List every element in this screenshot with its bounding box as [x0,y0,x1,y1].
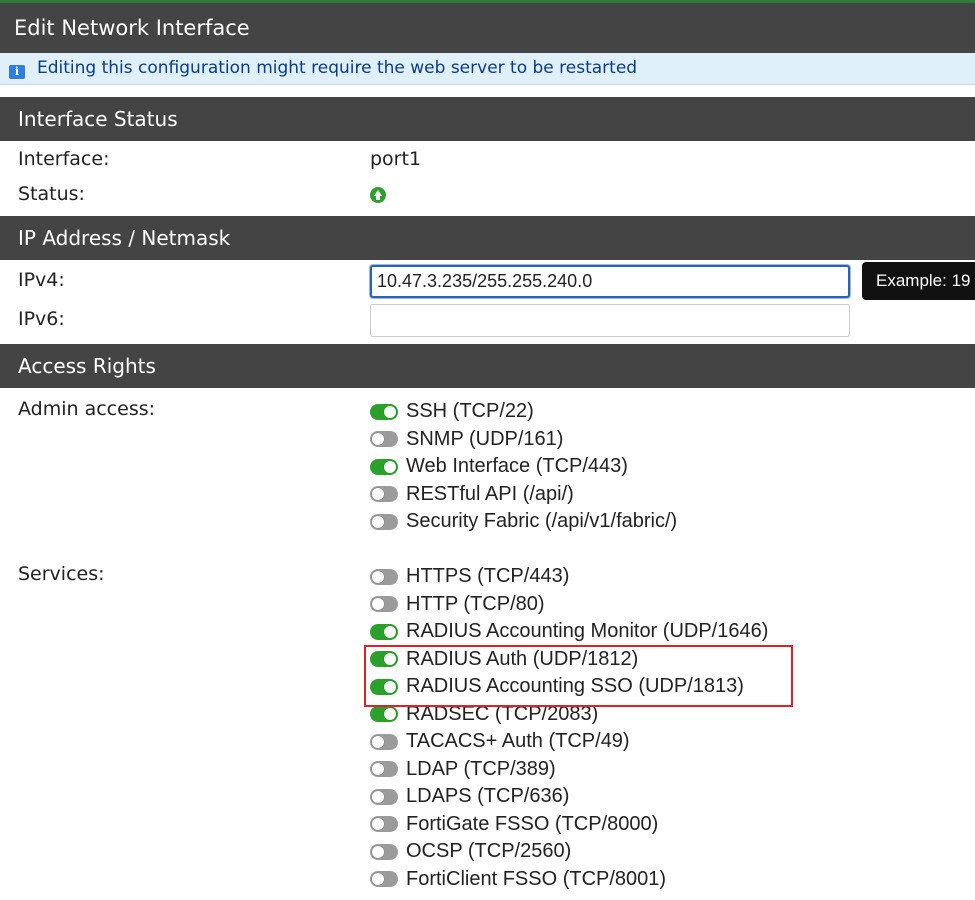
toggle-switch-off[interactable] [370,816,398,832]
toggle-row[interactable]: RADIUS Auth (UDP/1812) [370,646,638,673]
status-label: Status: [18,183,85,205]
toggle-switch-on[interactable] [370,458,398,475]
ipv4-example-tooltip: Example: 19 [862,262,975,300]
toggle-knob [372,790,384,803]
toggle-label: TACACS+ Auth (TCP/49) [406,730,630,752]
ipv6-input[interactable] [370,304,850,337]
services-label: Services: [18,563,105,585]
toggle-label: Web Interface (TCP/443) [406,455,628,478]
toggle-switch-off[interactable] [370,596,398,612]
toggle-knob [384,680,396,693]
toggle-label: SSH (TCP/22) [406,400,534,422]
toggle-row[interactable]: RADSEC (TCP/2083) [370,701,598,728]
toggle-knob [384,460,396,473]
toggle-row[interactable]: RADIUS Accounting SSO (UDP/1813) [370,673,744,700]
toggle-row[interactable]: HTTPS (TCP/443) [370,563,569,590]
toggle-switch-off[interactable] [370,788,398,805]
toggle-row[interactable]: SNMP (UDP/161) [370,426,563,453]
status-up-icon [370,187,386,203]
toggle-switch-on[interactable] [370,706,398,722]
ipv4-input[interactable] [370,265,850,298]
toggle-row[interactable]: TACACS+ Auth (TCP/49) [370,728,630,755]
ipv6-label: IPv6: [18,308,65,330]
toggle-knob [372,845,384,858]
toggle-knob [372,818,384,830]
toggle-switch-off[interactable] [370,871,398,887]
toggle-knob [372,433,384,446]
toggle-knob [372,598,384,610]
toggle-label: OCSP (TCP/2560) [406,840,572,862]
toggle-row[interactable]: HTTP (TCP/80) [370,591,545,618]
toggle-knob [372,735,384,748]
toggle-knob [384,405,396,418]
ip-netmask-header: IP Address / Netmask [0,216,975,260]
toggle-switch-off[interactable] [370,761,398,777]
toggle-knob [372,873,384,885]
toggle-label: RESTful API (/api/) [406,482,574,505]
toggle-knob [384,708,396,720]
toggle-label: Security Fabric (/api/v1/fabric/) [406,510,678,533]
toggle-switch-on[interactable] [370,651,398,667]
restart-notice: i Editing this configuration might requi… [0,53,975,85]
toggle-label: RADSEC (TCP/2083) [406,702,599,725]
toggle-row[interactable]: OCSP (TCP/2560) [370,838,571,865]
toggle-label: LDAP (TCP/389) [406,757,556,780]
toggle-row[interactable]: LDAP (TCP/389) [370,756,556,783]
interface-label: Interface: [18,148,110,170]
toggle-switch-off[interactable] [370,513,398,530]
toggle-knob [384,625,396,638]
toggle-knob [372,515,384,528]
access-rights-header: Access Rights [0,344,975,388]
toggle-switch-off[interactable] [370,733,398,750]
toggle-switch-on[interactable] [370,623,398,640]
ipv4-label: IPv4: [18,269,65,291]
toggle-label: SNMP (UDP/161) [406,427,564,450]
toggle-switch-off[interactable] [370,843,398,860]
admin-access-label: Admin access: [18,398,156,420]
toggle-row[interactable]: LDAPS (TCP/636) [370,783,569,810]
interface-status-header: Interface Status [0,97,975,141]
toggle-switch-off[interactable] [370,486,398,503]
toggle-switch-off[interactable] [370,431,398,448]
toggle-label: RADIUS Auth (UDP/1812) [406,647,639,670]
toggle-label: FortiClient FSSO (TCP/8001) [406,867,667,890]
toggle-row[interactable]: RESTful API (/api/) [370,481,574,508]
restart-notice-text: Editing this configuration might require… [37,58,638,78]
toggle-switch-on[interactable] [370,403,398,420]
toggle-knob [372,488,384,501]
toggle-switch-on[interactable] [370,678,398,695]
toggle-label: RADIUS Accounting SSO (UDP/1813) [406,675,744,697]
toggle-row[interactable]: FortiClient FSSO (TCP/8001) [370,866,666,893]
toggle-row[interactable]: RADIUS Accounting Monitor (UDP/1646) [370,618,768,645]
toggle-label: HTTPS (TCP/443) [406,565,570,587]
toggle-knob [384,653,396,665]
interface-value: port1 [370,148,422,170]
toggle-label: FortiGate FSSO (TCP/8000) [406,812,659,835]
toggle-row[interactable]: FortiGate FSSO (TCP/8000) [370,811,658,838]
toggle-knob [372,763,384,775]
toggle-row[interactable]: Web Interface (TCP/443) [370,453,628,480]
toggle-row[interactable]: SSH (TCP/22) [370,398,534,425]
info-icon: i [9,65,25,79]
toggle-label: RADIUS Accounting Monitor (UDP/1646) [406,620,769,642]
toggle-label: LDAPS (TCP/636) [406,785,570,807]
toggle-row[interactable]: Security Fabric (/api/v1/fabric/) [370,508,677,535]
toggle-switch-off[interactable] [370,568,398,585]
toggle-label: HTTP (TCP/80) [406,592,545,615]
dialog-title: Edit Network Interface [0,3,975,53]
toggle-knob [372,570,384,583]
